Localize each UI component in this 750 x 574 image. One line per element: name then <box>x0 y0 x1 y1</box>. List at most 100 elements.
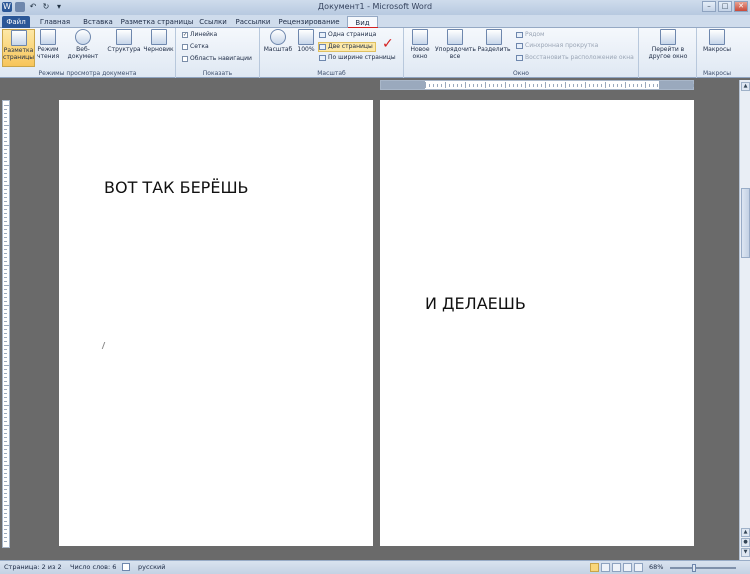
reading-view-icon[interactable] <box>601 563 610 572</box>
print-layout-view-icon[interactable] <box>590 563 599 572</box>
tab-page-layout[interactable]: Разметка страницы <box>120 16 194 28</box>
ruler-tick <box>417 84 418 87</box>
switch-window-icon <box>660 29 676 45</box>
vertical-ruler-tick <box>4 173 7 174</box>
zoom-slider-knob[interactable] <box>692 564 696 572</box>
vertical-ruler-tick <box>4 489 7 490</box>
ruler-tick <box>501 84 502 87</box>
two-pages-button[interactable]: Две страницы <box>318 42 376 52</box>
outline-view-icon[interactable] <box>623 563 632 572</box>
draft-button[interactable]: Черновик <box>142 29 175 53</box>
ruler-tick <box>533 84 534 87</box>
vertical-ruler-tick <box>4 369 7 370</box>
arrange-all-button[interactable]: Упорядочить все <box>435 29 476 60</box>
word-count-status[interactable]: Число слов: 6 <box>70 563 116 571</box>
browse-object-icon[interactable]: ● <box>741 538 750 547</box>
web-layout-label: Веб-документ <box>67 46 99 60</box>
vertical-ruler-tick <box>4 361 7 362</box>
gridlines-checkbox[interactable]: Сетка <box>182 43 209 51</box>
group-show: ✓ Линейка Сетка Область навигации Показат… <box>176 28 260 78</box>
tab-insert[interactable]: Вставка <box>78 16 118 28</box>
proofing-icon[interactable] <box>122 563 130 571</box>
vertical-ruler-tick <box>4 421 7 422</box>
ruler-tick <box>597 84 598 87</box>
vertical-ruler-tick <box>4 449 7 450</box>
ruler-tick <box>429 84 430 87</box>
language-status[interactable]: русский <box>138 563 166 571</box>
tab-home[interactable]: Главная <box>34 16 76 28</box>
scroll-thumb[interactable] <box>741 188 750 258</box>
zoom-button[interactable]: Масштаб <box>263 29 293 53</box>
ruler-tick <box>505 82 506 88</box>
reading-mode-icon <box>40 29 56 45</box>
vertical-ruler[interactable] <box>2 100 10 548</box>
draft-view-icon[interactable] <box>634 563 643 572</box>
split-icon <box>486 29 502 45</box>
vertical-ruler-tick <box>4 153 7 154</box>
page-1-text: ВОТ ТАК БЕРЁШЬ <box>104 178 249 197</box>
navigation-pane-checkbox[interactable]: Область навигации <box>182 55 252 63</box>
next-page-icon[interactable]: ▼ <box>741 548 750 557</box>
split-button[interactable]: Разделить <box>477 29 511 53</box>
ruler-tick <box>617 84 618 87</box>
new-window-button[interactable]: Новое окно <box>407 29 433 60</box>
annotation-checkmark: ✓ <box>382 36 394 52</box>
tab-mailings[interactable]: Рассылки <box>232 16 274 28</box>
vertical-ruler-tick <box>4 385 9 386</box>
tab-references[interactable]: Ссылки <box>196 16 230 28</box>
vertical-ruler-tick <box>4 517 7 518</box>
web-view-icon[interactable] <box>612 563 621 572</box>
scroll-up-icon[interactable]: ▲ <box>741 82 750 91</box>
ruler-tick <box>413 84 414 87</box>
vertical-ruler-tick <box>4 445 9 446</box>
arrange-all-icon <box>447 29 463 45</box>
vertical-ruler-tick <box>4 353 7 354</box>
page-count-status[interactable]: Страница: 2 из 2 <box>4 563 62 571</box>
ruler-tick <box>521 84 522 87</box>
side-by-side-button[interactable]: Рядом <box>516 31 545 39</box>
reset-window-position-button[interactable]: Восстановить расположение окна <box>516 54 634 62</box>
close-button[interactable]: ✕ <box>734 1 748 12</box>
reading-mode-button[interactable]: Режим чтения <box>36 29 60 60</box>
outline-button[interactable]: Структура <box>107 29 141 53</box>
page-width-button[interactable]: По ширине страницы <box>319 54 396 62</box>
vertical-ruler-tick <box>4 141 7 142</box>
web-layout-button[interactable]: Веб-документ <box>61 29 105 60</box>
print-layout-icon <box>10 30 27 46</box>
ruler-checkbox[interactable]: ✓ Линейка <box>182 31 217 39</box>
vertical-ruler-tick <box>4 233 7 234</box>
print-layout-button[interactable]: Разметка страницы <box>2 29 35 67</box>
previous-page-icon[interactable]: ▲ <box>741 528 750 537</box>
macros-button[interactable]: Макросы <box>700 29 734 53</box>
one-page-button[interactable]: Одна страница <box>319 31 376 39</box>
ruler-tick <box>529 84 530 87</box>
group-macros: Макросы Макросы <box>697 28 737 78</box>
ruler-tick <box>669 84 670 87</box>
horizontal-ruler[interactable] <box>380 80 694 90</box>
tab-review[interactable]: Рецензирование <box>276 16 342 28</box>
switch-window-button[interactable]: Перейти в другое окно <box>643 29 693 60</box>
page-1[interactable]: ВОТ ТАК БЕРЁШЬ <box>59 100 373 546</box>
vertical-ruler-tick <box>4 429 7 430</box>
vertical-scrollbar[interactable]: ▲ ▲ ● ▼ <box>739 80 750 560</box>
tab-file[interactable]: Файл <box>2 16 30 28</box>
nav-pane-check-icon <box>182 55 188 62</box>
synchronous-scroll-button[interactable]: Синхронная прокрутка <box>516 42 598 50</box>
vertical-ruler-tick <box>4 389 7 390</box>
vertical-ruler-tick <box>4 381 7 382</box>
vertical-ruler-tick <box>4 121 7 122</box>
ruler-tick <box>661 84 662 87</box>
ruler-left-margin <box>381 81 425 89</box>
zoom-percent[interactable]: 68% <box>649 563 663 571</box>
vertical-ruler-tick <box>4 125 9 126</box>
vertical-ruler-tick <box>4 529 7 530</box>
page-2[interactable]: И ДЕЛАЕШЬ <box>380 100 694 546</box>
zoom-100-button[interactable]: 100% <box>295 29 317 53</box>
vertical-ruler-tick <box>4 165 9 166</box>
minimize-button[interactable]: – <box>702 1 716 12</box>
zoom-slider[interactable] <box>670 567 736 569</box>
vertical-ruler-tick <box>4 177 7 178</box>
vertical-ruler-tick <box>4 533 7 534</box>
maximize-button[interactable]: □ <box>718 1 732 12</box>
ruler-tick <box>589 84 590 87</box>
